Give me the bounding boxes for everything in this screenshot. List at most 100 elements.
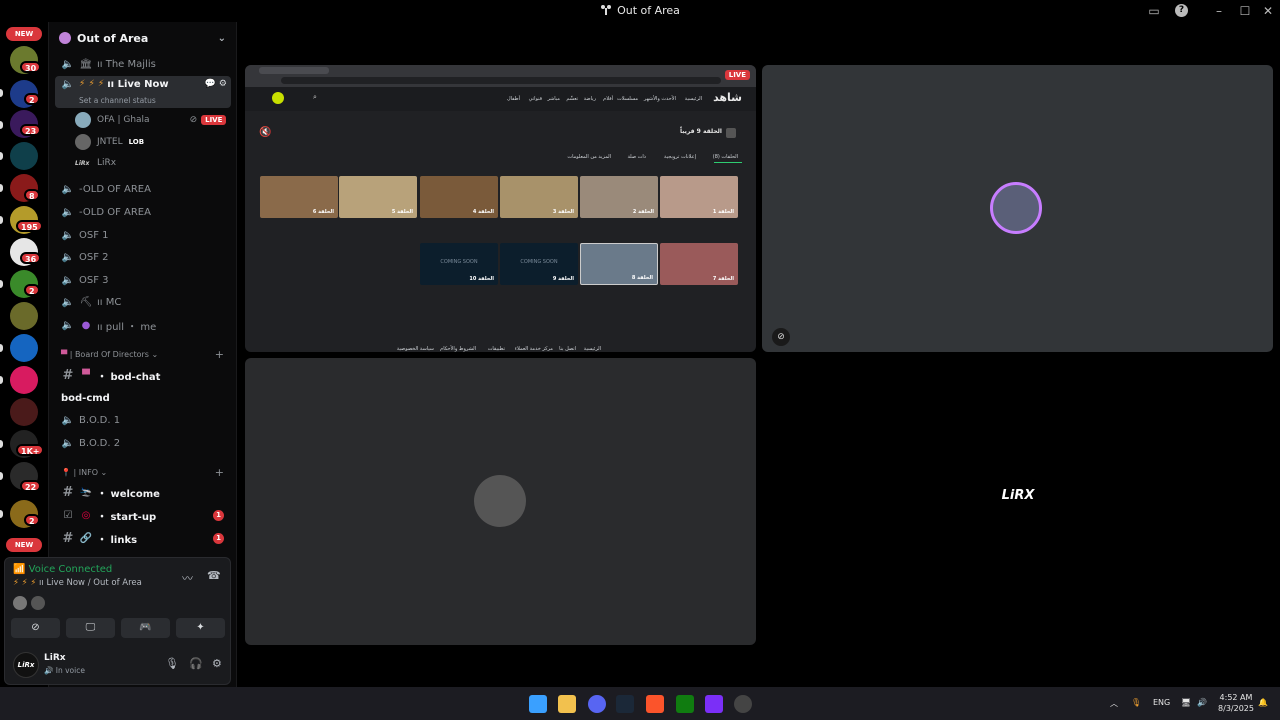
- microphone-icon[interactable]: 🎙: [165, 657, 179, 670]
- nav-item[interactable]: رياضة: [584, 96, 596, 102]
- microphone-icon[interactable]: 🎙: [1131, 698, 1141, 707]
- voice-user[interactable]: JNTEL LOB: [75, 133, 144, 151]
- footer-link[interactable]: الشروط والأحكام: [440, 346, 476, 352]
- participant-tile[interactable]: LiRX: [762, 358, 1273, 645]
- episode-card[interactable]: الحلقة 1: [660, 176, 738, 218]
- footer-link[interactable]: اتصل بنا: [559, 346, 576, 352]
- avatar[interactable]: LiRx: [13, 652, 39, 678]
- server-header[interactable]: Out of Area ⌄: [49, 22, 236, 54]
- screen-share-button[interactable]: 🖵: [66, 618, 115, 638]
- gear-icon[interactable]: ⚙: [212, 657, 222, 670]
- server-icon[interactable]: [10, 334, 38, 362]
- nav-item[interactable]: أفلام: [603, 96, 613, 102]
- channel-links[interactable]: # 🔗 ・ links: [55, 527, 231, 549]
- headphones-icon[interactable]: 🎧: [189, 657, 203, 670]
- episode-card[interactable]: الحلقة 4: [420, 176, 498, 218]
- brave-icon[interactable]: [646, 695, 664, 713]
- channel-welcome[interactable]: # 🛬 ・ welcome: [55, 481, 231, 503]
- nav-item[interactable]: تعشّم: [566, 96, 578, 102]
- nav-item[interactable]: الرئيسية: [685, 96, 702, 102]
- episode-card[interactable]: الحلقة 5: [339, 176, 417, 218]
- voice-status[interactable]: 📶 Voice Connected: [13, 564, 112, 575]
- avatar[interactable]: [31, 596, 45, 610]
- server-icon[interactable]: [10, 142, 38, 170]
- maximize-button[interactable]: ☐: [1237, 3, 1253, 19]
- username[interactable]: LiRx: [44, 653, 66, 663]
- server-icon[interactable]: [10, 398, 38, 426]
- help-icon[interactable]: ?: [1175, 4, 1188, 17]
- channel-old-of-area[interactable]: 🔈 -OLD OF AREA: [55, 178, 231, 200]
- xbox-icon[interactable]: [676, 695, 694, 713]
- new-badge[interactable]: NEW: [6, 27, 42, 41]
- channel-bod-2[interactable]: 🔈 B.O.D. 2: [55, 432, 231, 454]
- app-icon[interactable]: [734, 695, 752, 713]
- episode-card[interactable]: الحلقة 6: [260, 176, 338, 218]
- episode-card[interactable]: الحلقة 2: [580, 176, 658, 218]
- language-indicator[interactable]: ENG: [1153, 698, 1170, 707]
- channel-actions[interactable]: 💬 ⚙: [205, 79, 227, 89]
- nav-item[interactable]: أطفال: [507, 96, 520, 102]
- file-explorer-icon[interactable]: [558, 695, 576, 713]
- nzxt-icon[interactable]: [705, 695, 723, 713]
- channel-osf-3[interactable]: 🔈 OSF 3: [55, 269, 231, 291]
- footer-link[interactable]: سياسة الخصوصية: [397, 346, 434, 352]
- channel-pull-me[interactable]: 🔈 ● ıı pull ・ me: [55, 314, 231, 336]
- channel-old-of-area[interactable]: 🔈 -OLD OF AREA: [55, 201, 231, 223]
- channel-mc[interactable]: 🔈 ⛏ ıı MC: [55, 291, 231, 313]
- clock[interactable]: 4:52 AM 8/3/2025: [1218, 692, 1254, 714]
- episode-card[interactable]: الحلقة 3: [500, 176, 578, 218]
- disconnect-icon[interactable]: ☎: [207, 569, 221, 582]
- avatar[interactable]: [13, 596, 27, 610]
- muted-speaker-icon[interactable]: 🔇: [259, 127, 271, 138]
- search-icon[interactable]: ⌕: [313, 93, 317, 102]
- channel-bod-chat[interactable]: # ▀ ・ bod-chat: [55, 364, 231, 386]
- voice-location[interactable]: ⚡ ⚡ ⚡ ıı Live Now / Out of Area: [13, 578, 142, 588]
- server-icon[interactable]: [10, 366, 38, 394]
- channel-live-now[interactable]: 🔈 ⚡ ⚡ ⚡ ıı Live Now 💬 ⚙ Set a channel st…: [55, 76, 231, 108]
- footer-link[interactable]: الرئيسية: [584, 346, 601, 352]
- minimize-button[interactable]: –: [1211, 3, 1227, 19]
- episode-card[interactable]: COMING SOON الحلقة 10: [420, 243, 498, 285]
- channel-bod-cmd[interactable]: bod-cmd: [55, 387, 231, 409]
- episode-card[interactable]: الحلقة 7: [660, 243, 738, 285]
- activity-button[interactable]: 🎮: [121, 618, 170, 638]
- tab-trailers[interactable]: إعلانات ترويجية: [664, 154, 696, 160]
- server-icon[interactable]: [10, 302, 38, 330]
- steam-icon[interactable]: [616, 695, 634, 713]
- episode-card[interactable]: الحلقة 8: [580, 243, 658, 285]
- nav-item[interactable]: الأحدث والأشهر: [644, 96, 676, 102]
- network-icon[interactable]: 🖥: [1181, 698, 1191, 707]
- channel-bod-1[interactable]: 🔈 B.O.D. 1: [55, 409, 231, 431]
- windows-start-icon[interactable]: [529, 695, 547, 713]
- new-badge[interactable]: NEW: [6, 538, 42, 552]
- channel-status[interactable]: Set a channel status: [79, 96, 156, 105]
- soundboard-button[interactable]: ✦: [176, 618, 225, 638]
- chevron-up-icon[interactable]: ︿: [1110, 698, 1118, 709]
- category-board-of-directors[interactable]: ▀ | Board Of Directors ⌄: [61, 350, 158, 359]
- tab-related[interactable]: ذات صلة: [628, 154, 647, 160]
- participant-tile[interactable]: [245, 358, 756, 645]
- channel-osf-1[interactable]: 🔈 OSF 1: [55, 224, 231, 246]
- participant-tile[interactable]: ⊘: [762, 65, 1273, 352]
- notification-icon[interactable]: 🔔: [1258, 698, 1268, 707]
- nav-item[interactable]: مسلسلات: [617, 96, 638, 102]
- channel-the-majlis[interactable]: 🔈 🏛 ıı The Majlis: [55, 53, 231, 75]
- camera-off-button[interactable]: ⊘: [11, 618, 60, 638]
- volume-icon[interactable]: 🔊: [1197, 698, 1207, 707]
- voice-user[interactable]: OFA | Ghala ⊘ LIVE: [75, 111, 227, 129]
- add-channel-button[interactable]: +: [215, 348, 224, 361]
- voice-user[interactable]: LiRx LiRx: [75, 154, 116, 172]
- inbox-icon[interactable]: ▭: [1146, 3, 1162, 19]
- channel-osf-2[interactable]: 🔈 OSF 2: [55, 246, 231, 268]
- stream-tile[interactable]: LIVE ⌕ شاهد الرئيسية الأحدث والأشهر مسلس…: [245, 65, 756, 352]
- nav-item[interactable]: قنواتي: [529, 96, 542, 102]
- add-channel-button[interactable]: +: [215, 466, 224, 479]
- episode-card[interactable]: COMING SOON الحلقة 9: [500, 243, 578, 285]
- nav-item[interactable]: مباشر: [547, 96, 560, 102]
- noise-suppression-icon[interactable]: 〰: [182, 570, 193, 586]
- channel-start-up[interactable]: ☑ ◎ ・ start-up: [55, 504, 231, 526]
- close-button[interactable]: ✕: [1260, 3, 1276, 19]
- site-logo[interactable]: شاهد: [713, 91, 742, 104]
- tab-episodes[interactable]: الحلقات (8): [713, 154, 738, 160]
- category-info[interactable]: 📍 | INFO ⌄: [61, 468, 107, 477]
